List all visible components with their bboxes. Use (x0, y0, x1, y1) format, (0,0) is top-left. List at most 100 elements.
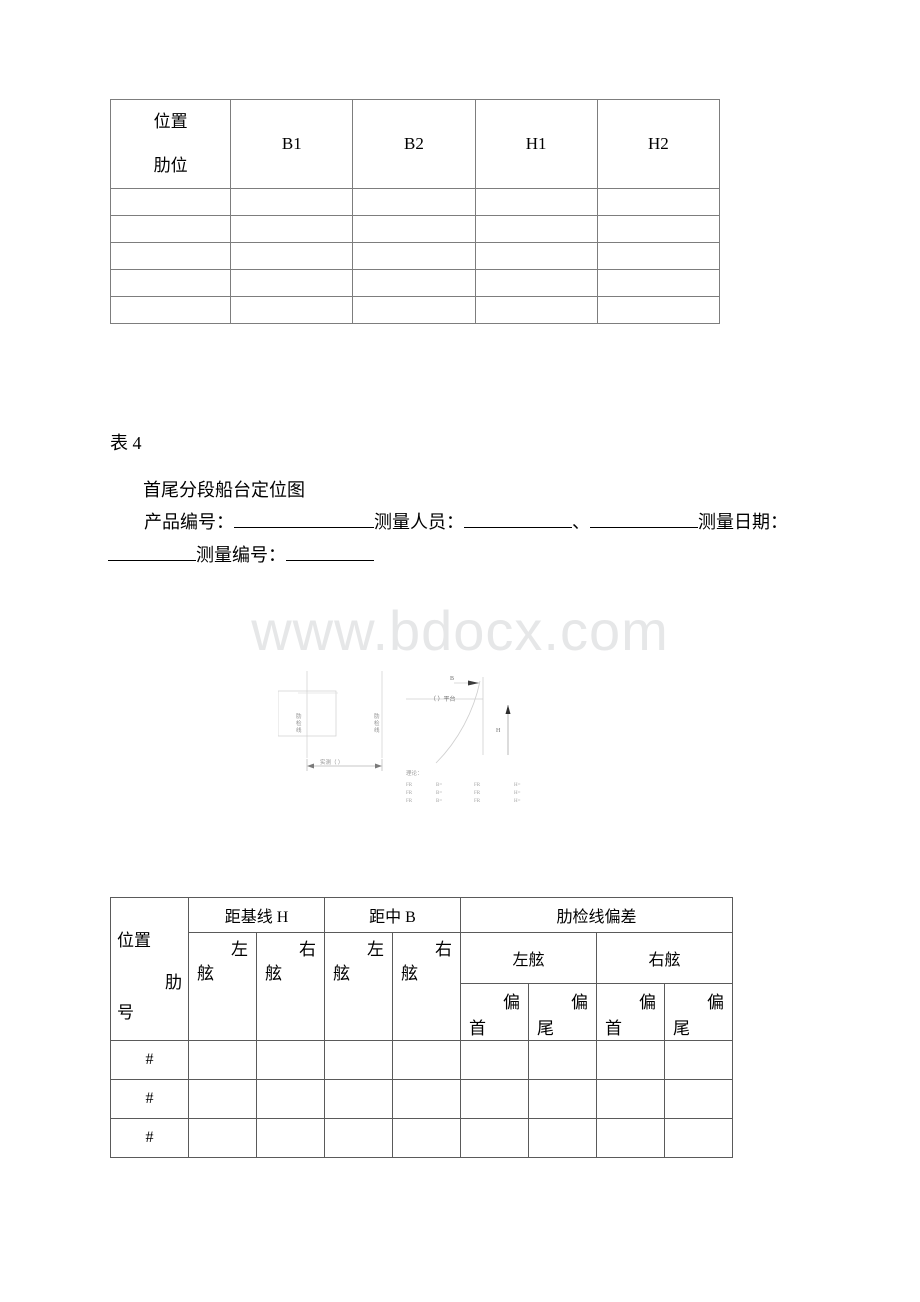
table-cell[interactable] (596, 1118, 665, 1158)
table-cell[interactable] (528, 1118, 597, 1158)
theory-h: H= (514, 783, 521, 788)
diagram-label-rib-line-left: 肋 (296, 712, 302, 720)
table-cell[interactable] (392, 1079, 461, 1119)
table-cell[interactable] (109, 269, 232, 297)
table-cell[interactable] (256, 1079, 325, 1119)
table-cell[interactable] (663, 1118, 734, 1158)
table-cell[interactable] (352, 296, 476, 324)
rib-number-cell[interactable]: # (110, 1118, 189, 1158)
product-number-label: 产品编号： (144, 512, 234, 532)
table-cell[interactable] (256, 1040, 325, 1080)
subheader-side-starboard: 右舷 (595, 932, 734, 984)
table-cell[interactable] (324, 1079, 393, 1119)
table-cell[interactable] (324, 1040, 393, 1080)
table-cell[interactable] (596, 188, 721, 216)
table-cell[interactable] (392, 1118, 461, 1158)
table-cell[interactable] (474, 269, 598, 297)
theory-fr-right: FR (474, 791, 481, 796)
table-cell[interactable] (256, 1118, 325, 1158)
corner-label-position: 位置 (117, 931, 151, 950)
table-cell[interactable] (596, 1040, 665, 1080)
table-row (109, 296, 721, 324)
table-cell[interactable] (460, 1079, 529, 1119)
table-cell[interactable] (188, 1040, 257, 1080)
surveyor-label: 测量人员： (374, 512, 464, 532)
table-header-row: 位置 肋位 B1 B2 H1 H2 (109, 99, 721, 189)
table-cell[interactable] (230, 269, 354, 297)
survey-date-field[interactable] (108, 541, 196, 562)
position-rib-table: 位置 肋位 B1 B2 H1 H2 (109, 99, 721, 324)
table-cell[interactable] (109, 215, 232, 243)
table-cell[interactable] (109, 242, 232, 270)
table-cell[interactable] (324, 1118, 393, 1158)
theory-h: H= (514, 791, 521, 796)
column-header-h1: H1 (474, 99, 598, 189)
table-row (109, 269, 721, 297)
diagram-label-h: H (496, 728, 501, 734)
table-cell[interactable] (663, 1040, 734, 1080)
section-label: 表 4 (110, 433, 142, 453)
form-field-group: 产品编号： 测量人员： 、 测量日期： 测量编号： (108, 506, 868, 573)
table-cell[interactable] (230, 188, 354, 216)
measurement-deviation-table: 位置 肋 号 距基线 H 距中 B 肋检线偏差 左 舷 右 舷 左 舷 右 舷 … (110, 897, 734, 1158)
table-cell[interactable] (474, 242, 598, 270)
table-cell[interactable] (474, 188, 598, 216)
table-cell[interactable] (460, 1118, 529, 1158)
corner-label-position: 位置 (153, 111, 188, 131)
table-cell[interactable] (109, 296, 232, 324)
subheader-port-bow: 偏 首 (460, 983, 529, 1041)
svg-text:线: 线 (374, 726, 380, 734)
rib-number-cell[interactable]: # (110, 1040, 189, 1080)
product-number-field[interactable] (234, 508, 374, 528)
surveyor-field-1[interactable] (464, 508, 572, 528)
table-cell[interactable] (528, 1079, 597, 1119)
table-cell[interactable] (596, 269, 721, 297)
corner-label-rib: 肋 (165, 973, 182, 992)
table-row: # (110, 1040, 734, 1080)
group-header-rib-line-deviation: 肋检线偏差 (459, 897, 734, 933)
surveyor-field-2[interactable] (590, 508, 698, 528)
table-cell[interactable] (460, 1040, 529, 1080)
survey-date-label: 测量日期 (698, 512, 770, 532)
subheader-center-starboard: 右 舷 (392, 932, 461, 1041)
diagram-label-theory: 理论： (406, 769, 423, 777)
table-cell[interactable] (596, 242, 721, 270)
theory-fr-left: FR (406, 799, 413, 804)
table-cell[interactable] (596, 1079, 665, 1119)
corner-header-cell: 位置 肋位 (109, 99, 232, 189)
table-cell[interactable] (352, 188, 476, 216)
table-cell[interactable] (663, 1079, 734, 1119)
hull-positioning-diagram: 肋 检 线 肋 检 线 实测（ ） B （ ）平台 H 理论： FR B= FR… (278, 663, 578, 823)
table-cell[interactable] (474, 215, 598, 243)
survey-number-field[interactable] (286, 541, 374, 562)
table-cell[interactable] (188, 1118, 257, 1158)
table-cell[interactable] (596, 215, 721, 243)
table-row (109, 242, 721, 270)
table-cell[interactable] (230, 296, 354, 324)
table-cell[interactable] (528, 1040, 597, 1080)
theory-fr-left: FR (406, 783, 413, 788)
theory-h: H= (514, 799, 521, 804)
corner-label-number: 号 (117, 1003, 134, 1022)
svg-text:检: 检 (374, 719, 380, 727)
table-cell[interactable] (392, 1040, 461, 1080)
table-row (109, 215, 721, 243)
column-header-h2: H2 (596, 99, 721, 189)
subheader-baseline-starboard: 右 舷 (256, 932, 325, 1041)
rib-number-cell[interactable]: # (110, 1079, 189, 1119)
table-cell[interactable] (352, 269, 476, 297)
table-cell[interactable] (230, 242, 354, 270)
table-cell[interactable] (109, 188, 232, 216)
table-header-row-groups: 位置 肋 号 距基线 H 距中 B 肋检线偏差 (110, 897, 734, 1041)
group-header-distance-baseline: 距基线 H (188, 897, 325, 933)
table-cell[interactable] (188, 1079, 257, 1119)
table-cell[interactable] (230, 215, 354, 243)
theory-fr-right: FR (474, 783, 481, 788)
survey-date-colon: ： (770, 512, 788, 532)
table-cell[interactable] (596, 296, 721, 324)
table-cell[interactable] (352, 215, 476, 243)
corner-label-rib: 肋位 (153, 155, 188, 175)
table-row (109, 188, 721, 216)
table-cell[interactable] (352, 242, 476, 270)
table-cell[interactable] (474, 296, 598, 324)
